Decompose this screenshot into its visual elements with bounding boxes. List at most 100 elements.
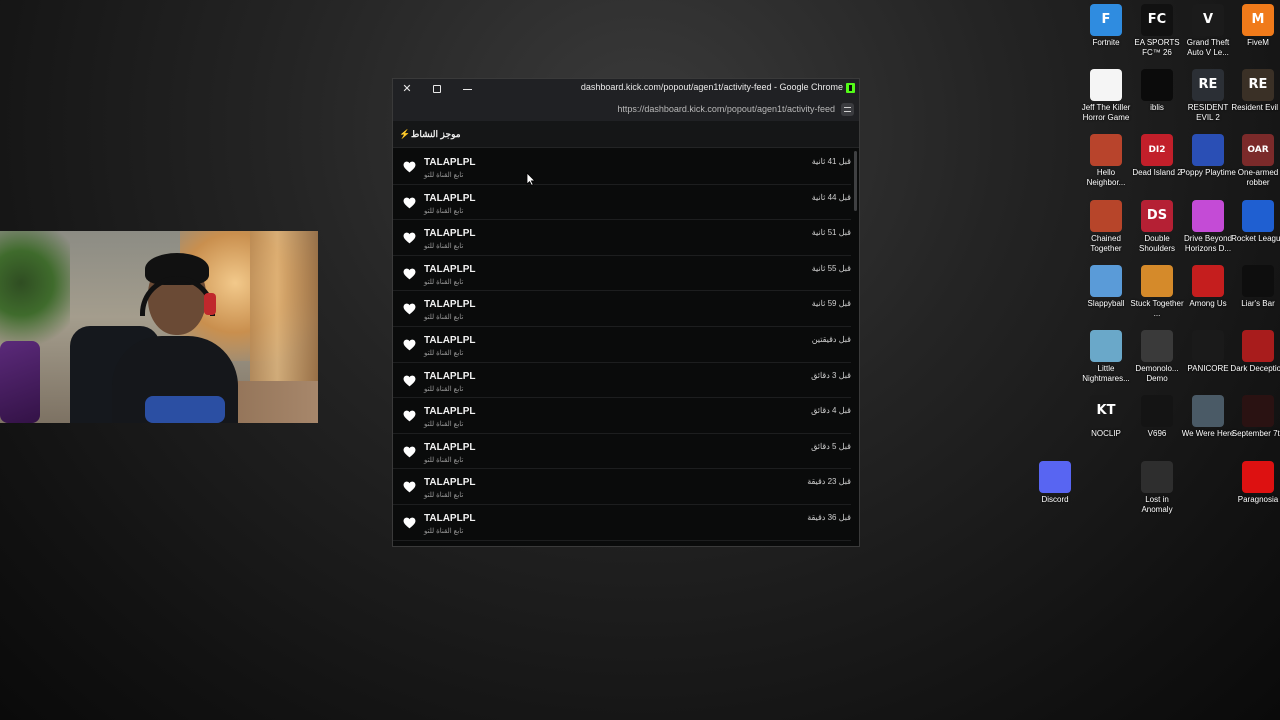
desktop-icon[interactable]: Drive Beyond Horizons D...: [1182, 196, 1234, 258]
app-icon: [1242, 200, 1274, 232]
panel-title: موجز النشاط: [411, 129, 461, 139]
desktop-icon[interactable]: FC EA SPORTS FC™ 26: [1131, 0, 1183, 62]
desktop-icon-label: Discord: [1041, 495, 1069, 504]
desktop-icon[interactable]: Chained Together: [1080, 196, 1132, 258]
follow-message: تابع القناة للتو: [424, 385, 464, 393]
desktop-icon-label: Liar's Bar: [1241, 299, 1275, 308]
desktop-icon-label: PANICORE: [1187, 364, 1229, 373]
app-icon-glyph: DS: [1146, 208, 1168, 223]
desktop-icon[interactable]: Among Us: [1182, 261, 1234, 323]
app-icon: [1090, 200, 1122, 232]
desktop-icon[interactable]: V Grand Theft Auto V Le...: [1182, 0, 1234, 62]
follow-message: تابع القناة للتو: [424, 456, 464, 464]
desktop-icon[interactable]: Hello Neighbor...: [1080, 130, 1132, 192]
follow-message: تابع القناة للتو: [424, 314, 464, 322]
feed-item[interactable]: TALAPLPL تابع القناة للتو قبل 3 دقائق: [393, 363, 851, 399]
feed-item[interactable]: TALAPLPL تابع القناة للتو قبل دقيقتين: [393, 327, 851, 363]
follow-message: تابع القناة للتو: [424, 172, 464, 179]
desktop-icon[interactable]: September 7th: [1232, 391, 1280, 453]
desktop-icon[interactable]: F Fortnite: [1080, 0, 1132, 62]
app-icon: [1242, 395, 1274, 427]
minimize-window-button[interactable]: [453, 81, 481, 97]
window-titlebar[interactable]: ✕ dashboard.kick.com/popout/agen1t/activ…: [393, 79, 859, 99]
desktop-icon[interactable]: Liar's Bar: [1232, 261, 1280, 323]
desktop-icon[interactable]: Lost in Anomaly: [1131, 457, 1183, 519]
feed-item[interactable]: TALAPLPL تابع القناة للتو قبل 5 دقائق: [393, 434, 851, 470]
desktop-icon-label: Lost in Anomaly: [1141, 495, 1173, 514]
desktop-icon[interactable]: PANICORE: [1182, 326, 1234, 388]
desktop-icon-label: Poppy Playtime: [1180, 168, 1236, 177]
feed-item[interactable]: TALAPLPL تابع القناة للتو قبل 59 ثانية: [393, 291, 851, 327]
feed-item[interactable]: TALAPLPL تابع القناة للتو قبل 41 ثانية: [393, 149, 851, 185]
desktop-icon[interactable]: V696: [1131, 391, 1183, 453]
follow-message: تابع القناة للتو: [424, 350, 464, 357]
app-icon: [1242, 265, 1274, 297]
event-time: قبل 55 ثانية: [811, 263, 851, 273]
feed-item[interactable]: TALAPLPL تابع القناة للتو قبل 55 ثانية: [393, 256, 851, 292]
desktop-icon[interactable]: M FiveM: [1232, 0, 1280, 62]
site-settings-icon[interactable]: [841, 103, 854, 116]
window-title: dashboard.kick.com/popout/agen1t/activit…: [580, 82, 843, 92]
feed-scrollbar[interactable]: [854, 149, 858, 546]
close-window-button[interactable]: ✕: [393, 81, 421, 97]
event-time: قبل 36 دقيقة: [807, 513, 851, 522]
app-icon: RE: [1192, 69, 1224, 101]
close-icon: ✕: [402, 83, 412, 95]
desktop-icon[interactable]: Slappyball: [1080, 261, 1132, 323]
maximize-icon: [433, 85, 441, 94]
desktop-icon[interactable]: Paragnosia: [1232, 457, 1280, 519]
desktop-icon-label: Paragnosia: [1237, 495, 1279, 504]
desktop-icon-label: V696: [1147, 429, 1167, 438]
maximize-window-button[interactable]: [423, 81, 451, 97]
desktop-icon[interactable]: DI2 Dead Island 2: [1131, 130, 1183, 192]
app-icon: V: [1192, 4, 1224, 36]
desktop-icon[interactable]: DS Double Shoulders: [1131, 196, 1183, 258]
desktop-icon[interactable]: Rocket League: [1231, 196, 1280, 258]
desktop-icon[interactable]: RE Resident Evil 4: [1231, 65, 1280, 127]
desktop-icon[interactable]: Discord: [1029, 457, 1081, 519]
app-icon: [1090, 265, 1122, 297]
app-icon: [1090, 134, 1122, 166]
scrollbar-thumb[interactable]: [854, 151, 857, 211]
feed-item[interactable]: TALAPLPL تابع القناة للتو قبل 44 ثانية: [393, 185, 851, 221]
address-bar[interactable]: https://dashboard.kick.com/popout/agen1t…: [393, 99, 859, 121]
desktop-icon-label: Hello Neighbor...: [1086, 168, 1126, 187]
feed-item[interactable]: TALAPLPL تابع القناة للتو قبل 23 دقيقة: [393, 469, 851, 505]
desktop-icon-label: Demonolo... Demo: [1135, 364, 1179, 383]
heart-icon: [403, 517, 416, 529]
desktop-icon-label: Little Nightmares...: [1082, 364, 1130, 383]
feed-item[interactable]: TALAPLPL تابع القناة للتو قبل 4 دقائق: [393, 398, 851, 434]
app-icon: [1192, 265, 1224, 297]
desktop-icon[interactable]: Jeff The Killer Horror Game: [1080, 65, 1132, 127]
desktop-icon[interactable]: iblis: [1131, 65, 1183, 127]
desktop-icon[interactable]: RE RESIDENT EVIL 2: [1182, 65, 1234, 127]
desktop-icon[interactable]: OAR One-armed robber: [1232, 130, 1280, 192]
desktop-icon[interactable]: Little Nightmares...: [1080, 326, 1132, 388]
desktop-icon-label: Dark Deception: [1230, 364, 1280, 373]
app-icon: [1192, 134, 1224, 166]
follower-name: TALAPLPL: [424, 513, 476, 524]
event-time: قبل 3 دقائق: [811, 370, 851, 380]
desktop-icon-label: Fortnite: [1092, 38, 1120, 47]
desktop-icon-label: iblis: [1150, 103, 1164, 112]
kick-logo-icon: [846, 83, 855, 93]
app-icon-glyph: DI2: [1148, 145, 1166, 155]
app-icon: [1141, 330, 1173, 362]
app-icon: M: [1242, 4, 1274, 36]
desktop-icon-label: One-armed robber: [1237, 168, 1279, 187]
desktop-icon[interactable]: Stuck Together ...: [1130, 261, 1184, 323]
desktop-icon[interactable]: Poppy Playtime: [1180, 130, 1236, 192]
app-icon: [1090, 330, 1122, 362]
desktop-icon[interactable]: Demonolo... Demo: [1131, 326, 1183, 388]
desktop-icon-label: Rocket League: [1231, 234, 1280, 243]
feed-item[interactable]: TALAPLPL تابع القناة للتو قبل 51 ثانية: [393, 220, 851, 256]
desktop-icon-label: Resident Evil 4: [1231, 103, 1280, 112]
desktop-icon[interactable]: We Were Here: [1182, 391, 1234, 453]
feed-item[interactable]: TALAPLPL تابع القناة للتو قبل 36 دقيقة: [393, 505, 851, 541]
follower-name: TALAPLPL: [424, 441, 476, 453]
desktop-icon[interactable]: KT NOCLIP: [1080, 391, 1132, 453]
url-text[interactable]: https://dashboard.kick.com/popout/agen1t…: [617, 104, 835, 114]
activity-feed-list: TALAPLPL تابع القناة للتو قبل 41 ثانية TALA…: [393, 149, 851, 546]
follower-name: TALAPLPL: [424, 477, 476, 489]
desktop-icon[interactable]: Dark Deception: [1230, 326, 1280, 388]
